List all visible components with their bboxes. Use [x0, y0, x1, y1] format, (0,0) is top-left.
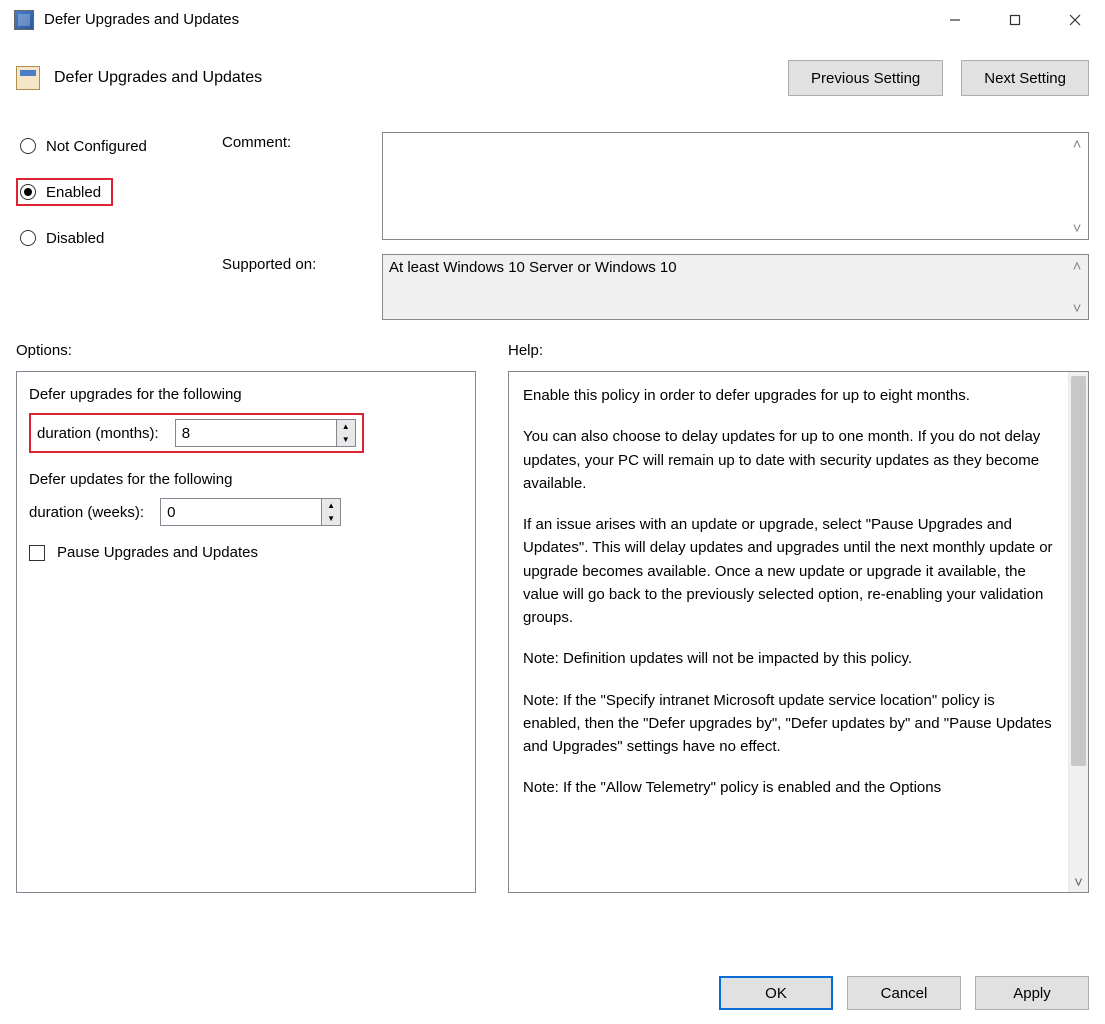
defer-updates-label-2: duration (weeks):: [29, 504, 144, 521]
radio-label: Not Configured: [46, 138, 147, 155]
spin-down-icon[interactable]: ▼: [337, 433, 355, 446]
radio-label: Enabled: [46, 184, 101, 201]
help-text: You can also choose to delay updates for…: [523, 425, 1054, 495]
setting-name: Defer Upgrades and Updates: [54, 69, 262, 87]
minimize-button[interactable]: [925, 0, 985, 40]
help-scrollbar[interactable]: ˅: [1068, 372, 1088, 892]
supported-value: At least Windows 10 Server or Windows 10: [383, 255, 1088, 280]
pause-label: Pause Upgrades and Updates: [57, 544, 258, 561]
defer-upgrades-row: duration (months): ▲ ▼: [29, 413, 364, 453]
radio-circle-icon: [20, 230, 36, 246]
help-text: If an issue arises with an update or upg…: [523, 513, 1054, 629]
radio-circle-checked-icon: [20, 184, 36, 200]
spin-up-icon[interactable]: ▲: [322, 499, 340, 512]
defer-updates-input[interactable]: [160, 498, 322, 526]
supported-textarea: At least Windows 10 Server or Windows 10…: [382, 254, 1089, 320]
maximize-button[interactable]: [985, 0, 1045, 40]
comment-value: [383, 133, 1088, 141]
help-heading: Help:: [508, 342, 1089, 359]
defer-upgrades-spinner[interactable]: ▲ ▼: [175, 419, 356, 447]
scroll-up-icon[interactable]: ˄: [1068, 135, 1086, 153]
scroll-down-icon[interactable]: ˅: [1068, 299, 1086, 317]
spin-down-icon[interactable]: ▼: [322, 512, 340, 525]
titlebar: Defer Upgrades and Updates: [0, 0, 1105, 40]
scroll-down-icon[interactable]: ˅: [1068, 219, 1086, 237]
radio-enabled[interactable]: Enabled: [16, 178, 113, 206]
radio-disabled[interactable]: Disabled: [16, 224, 212, 252]
setting-icon: [16, 66, 40, 90]
next-setting-button[interactable]: Next Setting: [961, 60, 1089, 96]
help-text: Note: If the "Allow Telemetry" policy is…: [523, 776, 1054, 799]
radio-label: Disabled: [46, 230, 104, 247]
comment-label: Comment:: [222, 132, 372, 240]
options-heading: Options:: [16, 342, 476, 359]
comment-textarea[interactable]: ˄ ˅: [382, 132, 1089, 240]
app-icon: [14, 10, 34, 30]
checkbox-icon[interactable]: [29, 545, 45, 561]
radio-circle-icon: [20, 138, 36, 154]
options-panel: Defer upgrades for the following duratio…: [16, 371, 476, 893]
close-button[interactable]: [1045, 0, 1105, 40]
help-text: Note: If the "Specify intranet Microsoft…: [523, 689, 1054, 759]
defer-updates-label-1: Defer updates for the following: [29, 471, 463, 488]
defer-upgrades-input[interactable]: [175, 419, 337, 447]
scroll-down-icon[interactable]: ˅: [1069, 874, 1088, 892]
scroll-up-icon[interactable]: ˄: [1068, 257, 1086, 275]
help-text: Enable this policy in order to defer upg…: [523, 384, 1054, 407]
apply-button[interactable]: Apply: [975, 976, 1089, 1010]
cancel-button[interactable]: Cancel: [847, 976, 961, 1010]
supported-label: Supported on:: [222, 254, 372, 320]
ok-button[interactable]: OK: [719, 976, 833, 1010]
defer-updates-spinner[interactable]: ▲ ▼: [160, 498, 341, 526]
defer-upgrades-label-2: duration (months):: [37, 425, 159, 442]
pause-checkbox-row[interactable]: Pause Upgrades and Updates: [29, 544, 463, 561]
window-title: Defer Upgrades and Updates: [44, 11, 925, 28]
help-panel: Enable this policy in order to defer upg…: [508, 371, 1089, 893]
scrollbar-thumb[interactable]: [1071, 376, 1086, 766]
defer-updates-row: duration (weeks): ▲ ▼: [29, 498, 463, 526]
radio-not-configured[interactable]: Not Configured: [16, 132, 212, 160]
previous-setting-button[interactable]: Previous Setting: [788, 60, 943, 96]
spin-up-icon[interactable]: ▲: [337, 420, 355, 433]
defer-upgrades-label-1: Defer upgrades for the following: [29, 386, 463, 403]
help-text: Note: Definition updates will not be imp…: [523, 647, 1054, 670]
